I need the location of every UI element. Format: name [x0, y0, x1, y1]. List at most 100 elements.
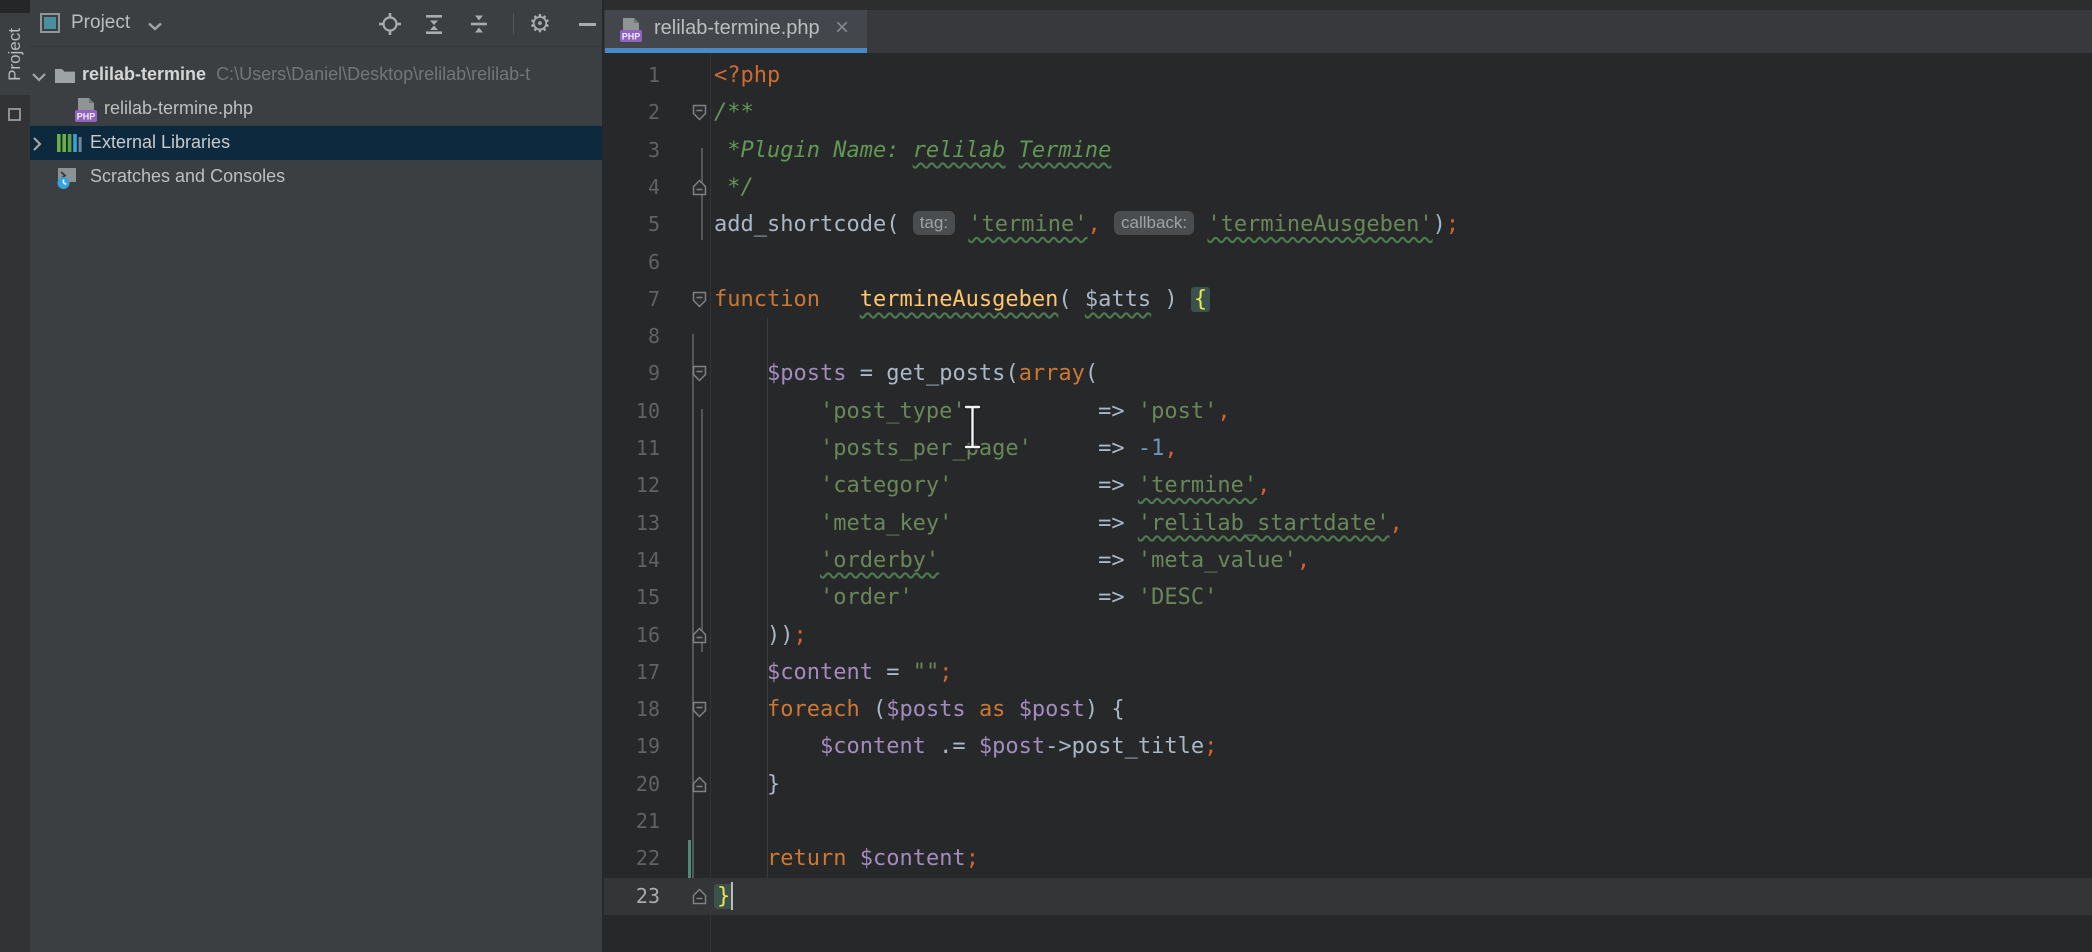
code-line[interactable]: 9 $posts = get_posts(array(	[604, 355, 2092, 392]
toolbar-separator	[513, 13, 514, 34]
tool-window-square-icon[interactable]	[8, 108, 21, 121]
project-view-icon	[40, 13, 60, 33]
code-text: $posts = get_posts(array(	[714, 355, 1098, 392]
code-line[interactable]: 18 foreach ($posts as $post) {	[604, 691, 2092, 728]
code-line[interactable]: 8	[604, 318, 2092, 355]
line-number[interactable]: 17	[604, 654, 660, 691]
code-line[interactable]: 7 function termineAusgeben( $atts ) {	[604, 281, 2092, 318]
line-number[interactable]: 11	[604, 430, 660, 467]
project-view-selector[interactable]: Project	[71, 12, 130, 34]
code-line[interactable]: 11 'posts_per_page' => -1,	[604, 430, 2092, 467]
php-file-icon: PHP	[74, 97, 98, 126]
line-number[interactable]: 9	[604, 355, 660, 392]
code-text: */	[714, 169, 754, 206]
code-line[interactable]: 14 'orderby' => 'meta_value',	[604, 542, 2092, 579]
fold-marker-icon[interactable]	[692, 291, 707, 313]
line-number[interactable]: 2	[604, 94, 660, 131]
code-line[interactable]: 16 ));	[604, 617, 2092, 654]
line-number[interactable]: 18	[604, 691, 660, 728]
line-number[interactable]: 12	[604, 467, 660, 504]
code-line[interactable]: 15 'order' => 'DESC'	[604, 579, 2092, 616]
code-area[interactable]: 1 <?php2/**3 *Plugin Name: relilab Termin…	[604, 53, 2092, 952]
code-line[interactable]: 13 'meta_key' => 'relilab_startdate',	[604, 505, 2092, 542]
line-number[interactable]: 23	[604, 878, 660, 915]
fold-marker-icon[interactable]	[692, 776, 707, 798]
expand-all-icon[interactable]	[421, 11, 447, 37]
fold-marker-icon[interactable]	[692, 701, 707, 723]
project-panel-header: Project	[30, 0, 602, 47]
folder-icon	[54, 66, 76, 89]
chevron-down-icon[interactable]	[148, 18, 162, 36]
line-number[interactable]: 6	[604, 244, 660, 281]
tab-relilab-termine-php[interactable]: PHP relilab-termine.php ×	[605, 10, 867, 48]
collapse-all-icon[interactable]	[466, 11, 492, 37]
line-number[interactable]: 21	[604, 803, 660, 840]
scratches-consoles-icon	[56, 166, 80, 194]
code-text: 'meta_key' => 'relilab_startdate',	[714, 505, 1403, 542]
code-line[interactable]: 6	[604, 244, 2092, 281]
code-line[interactable]: 10 'post_type' => 'post',	[604, 393, 2092, 430]
settings-gear-icon[interactable]: ⚙	[527, 11, 553, 37]
project-panel: Project	[30, 0, 603, 952]
code-line[interactable]: 19 $content .= $post->post_title;	[604, 728, 2092, 765]
fold-marker-icon[interactable]	[692, 627, 707, 649]
line-number[interactable]: 8	[604, 318, 660, 355]
line-number[interactable]: 7	[604, 281, 660, 318]
code-text: return $content;	[714, 840, 979, 877]
code-line[interactable]: 3 *Plugin Name: relilab Termine	[604, 132, 2092, 169]
line-number[interactable]: 5	[604, 206, 660, 243]
fold-marker-icon[interactable]	[692, 104, 707, 126]
chevron-expanded-icon[interactable]	[32, 69, 46, 87]
code-line[interactable]: 21	[604, 803, 2092, 840]
tree-row-external-libraries[interactable]: External Libraries	[30, 126, 602, 160]
project-strip-label: Project	[5, 28, 25, 81]
fold-marker-icon[interactable]	[692, 888, 707, 910]
chevron-collapsed-icon[interactable]	[32, 137, 42, 156]
tree-row-php-file[interactable]: PHP relilab-termine.php	[30, 92, 602, 126]
code-text: 'orderby' => 'meta_value',	[714, 542, 1310, 579]
code-text: add_shortcode( tag: 'termine', callback:…	[714, 206, 1459, 243]
line-number[interactable]: 10	[604, 393, 660, 430]
code-text: <?php	[714, 57, 780, 94]
code-text: $content = "";	[714, 654, 952, 691]
line-number[interactable]: 20	[604, 766, 660, 803]
code-line[interactable]: 4 */	[604, 169, 2092, 206]
code-line[interactable]: 22 return $content;	[604, 840, 2092, 877]
php-file-label: relilab-termine.php	[104, 98, 253, 119]
code-text: *Plugin Name: relilab Termine	[714, 132, 1111, 169]
line-number[interactable]: 13	[604, 505, 660, 542]
line-number[interactable]: 1	[604, 57, 660, 94]
line-number[interactable]: 4	[604, 169, 660, 206]
external-libraries-label: External Libraries	[90, 132, 230, 153]
line-number[interactable]: 14	[604, 542, 660, 579]
code-text: 'posts_per_page' => -1,	[714, 430, 1178, 467]
line-number[interactable]: 22	[604, 840, 660, 877]
code-line[interactable]: 20 }	[604, 766, 2092, 803]
tree-row-project-root[interactable]: relilab-termine C:\Users\Daniel\Desktop\…	[30, 58, 602, 92]
code-text: }	[714, 766, 780, 803]
project-root-path: C:\Users\Daniel\Desktop\relilab\relilab-…	[216, 64, 530, 84]
fold-marker-icon[interactable]	[692, 365, 707, 387]
close-icon[interactable]: ×	[835, 15, 849, 41]
tool-window-strip: Project	[0, 0, 30, 952]
line-number[interactable]: 15	[604, 579, 660, 616]
editor-area: PHP relilab-termine.php × 1 <?php2/**3 *P…	[604, 0, 2092, 952]
tree-row-scratches[interactable]: Scratches and Consoles	[30, 160, 602, 194]
line-number[interactable]: 3	[604, 132, 660, 169]
code-line[interactable]: 23}	[604, 878, 2092, 915]
line-number[interactable]: 16	[604, 617, 660, 654]
locate-target-icon[interactable]	[377, 11, 403, 37]
line-number[interactable]: 19	[604, 728, 660, 765]
code-line[interactable]: 12 'category' => 'termine',	[604, 467, 2092, 504]
code-line[interactable]: 2/**	[604, 94, 2092, 131]
svg-text:PHP: PHP	[77, 112, 96, 122]
code-text: function termineAusgeben( $atts ) {	[714, 281, 1210, 318]
code-text: foreach ($posts as $post) {	[714, 691, 1125, 728]
project-tool-window-button[interactable]: Project	[0, 13, 30, 95]
code-line[interactable]: 5 add_shortcode( tag: 'termine', callback…	[604, 206, 2092, 243]
ide-window: Project Project	[0, 0, 2092, 952]
code-line[interactable]: 17 $content = "";	[604, 654, 2092, 691]
hide-panel-minus-icon[interactable]	[574, 11, 600, 37]
fold-marker-icon[interactable]	[692, 179, 707, 201]
code-line[interactable]: 1 <?php	[604, 57, 2092, 94]
